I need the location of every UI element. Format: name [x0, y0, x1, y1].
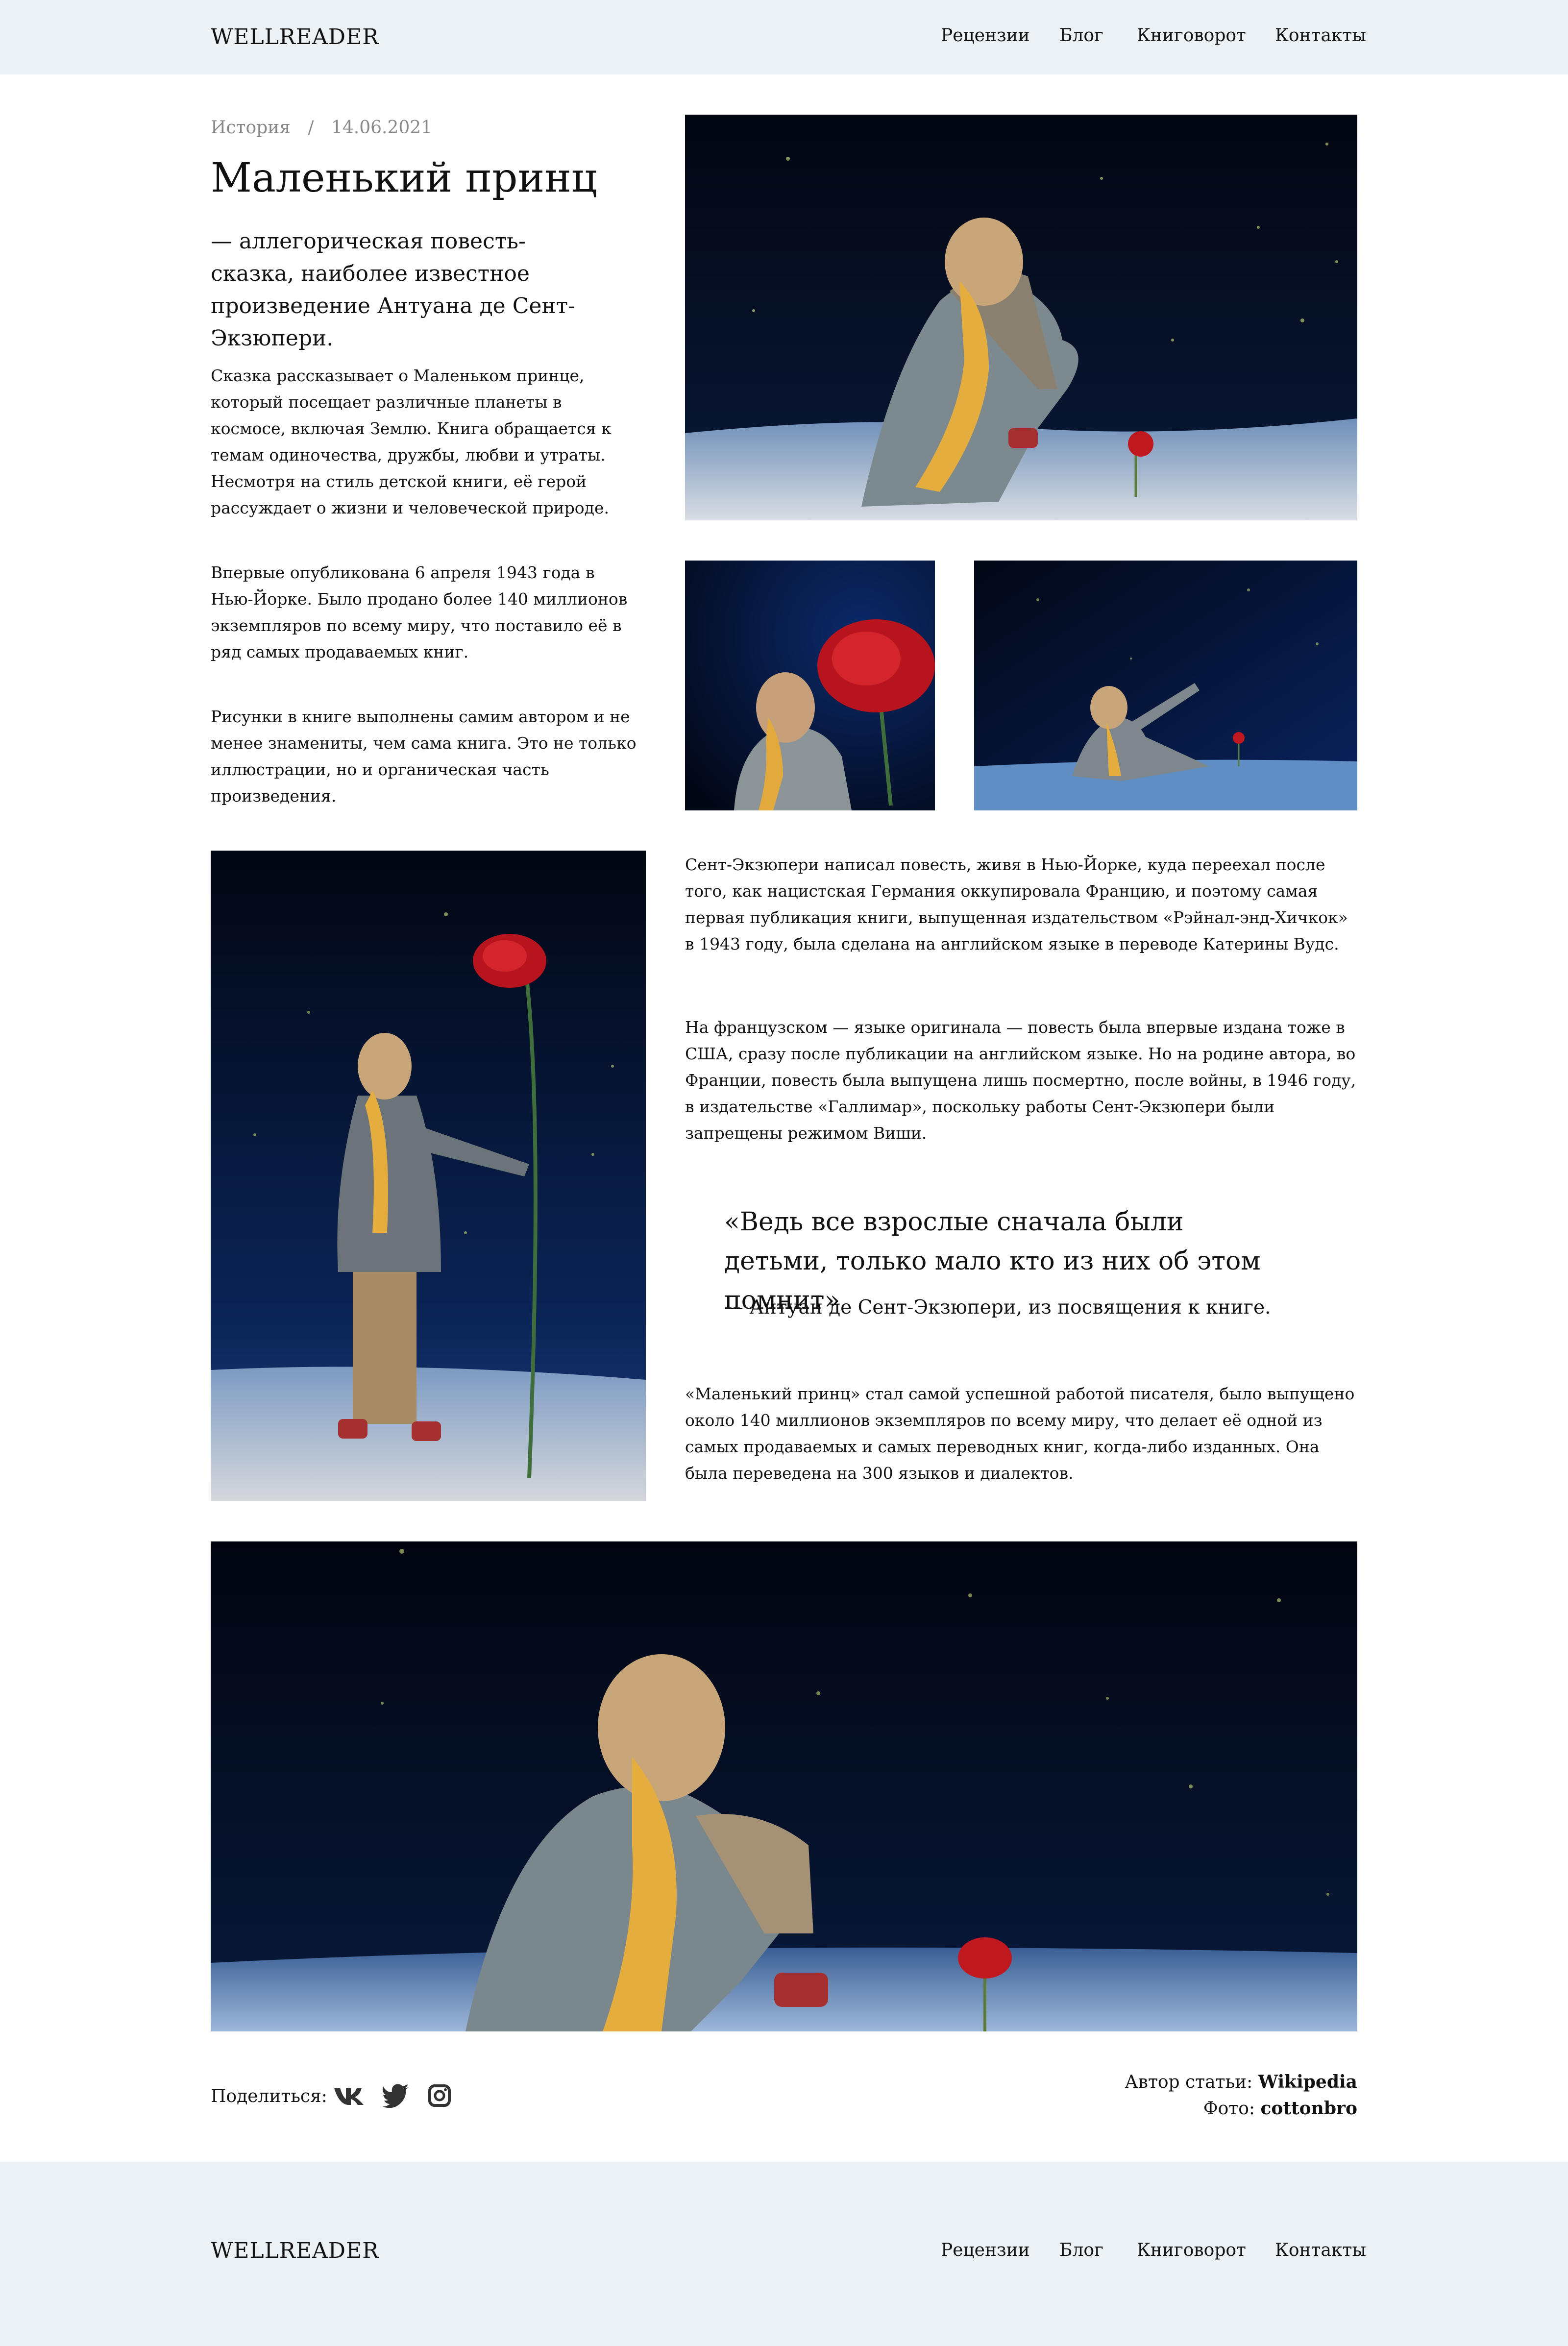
- footer-nav-link-bookcrossing[interactable]: Книговорот: [1137, 2240, 1246, 2260]
- vk-icon[interactable]: [333, 2085, 365, 2107]
- instagram-icon[interactable]: [428, 2084, 451, 2107]
- pull-quote-source: — Антуан де Сент-Экзюпери, из посвящения…: [724, 1296, 1271, 1319]
- footer-nav-link-contacts[interactable]: Контакты: [1275, 2240, 1366, 2260]
- nav-link-bookcrossing[interactable]: Книговорот: [1137, 25, 1246, 46]
- article-author: Автор статьи: Wikipedia: [1125, 2072, 1357, 2092]
- breadcrumb-separator: /: [308, 118, 314, 138]
- photo-prince-standing: [211, 851, 646, 1501]
- header: WELLREADER Рецензии Блог Книговорот Конт…: [0, 0, 1568, 74]
- paragraph-1: Сказка рассказывает о Маленьком принце, …: [211, 366, 612, 517]
- paragraph-4: Сент-Экзюпери написал повесть, живя в Нь…: [685, 855, 1348, 953]
- author-link[interactable]: Wikipedia: [1258, 2072, 1357, 2092]
- breadcrumb-date: 14.06.2021: [331, 118, 433, 138]
- page-title: Маленький принц: [211, 155, 597, 201]
- paragraph-5: На французском — языке оригинала — повес…: [685, 1018, 1356, 1143]
- paragraph-6: «Маленький принц» стал самой успешной ра…: [685, 1384, 1355, 1483]
- photo-prince-rose-closeup: [685, 561, 935, 810]
- photo-prince-wide: [211, 1541, 1357, 2031]
- breadcrumb: История / 14.06.2021: [211, 118, 432, 138]
- twitter-icon[interactable]: [382, 2083, 410, 2108]
- footer-nav-link-reviews[interactable]: Рецензии: [941, 2240, 1030, 2260]
- photo-prince-sitting: [685, 115, 1357, 520]
- paragraph-2: Впервые опубликована 6 апреля 1943 года …: [211, 563, 628, 661]
- photo-credit-label: Фото:: [1203, 2099, 1255, 2119]
- photo-credit: Фото: cottonbro: [1203, 2098, 1357, 2119]
- photo-prince-reaching: [974, 561, 1357, 810]
- article-lead: — аллегорическая повесть-сказка, наиболе…: [211, 229, 575, 351]
- nav-link-contacts[interactable]: Контакты: [1275, 25, 1366, 46]
- brand-logo[interactable]: WELLREADER: [211, 24, 379, 49]
- photo-credit-link[interactable]: cottonbro: [1260, 2098, 1357, 2119]
- breadcrumb-category[interactable]: История: [211, 118, 291, 138]
- footer-nav-link-blog[interactable]: Блог: [1059, 2240, 1103, 2260]
- author-label: Автор статьи:: [1125, 2072, 1253, 2092]
- paragraph-3: Рисунки в книге выполнены самим автором …: [211, 707, 637, 806]
- nav-link-reviews[interactable]: Рецензии: [941, 25, 1030, 46]
- nav-link-blog[interactable]: Блог: [1059, 25, 1103, 46]
- footer: WELLREADER Рецензии Блог Книговорот Конт…: [0, 2162, 1568, 2346]
- footer-brand-logo[interactable]: WELLREADER: [211, 2238, 379, 2263]
- share-label: Поделиться:: [211, 2086, 327, 2106]
